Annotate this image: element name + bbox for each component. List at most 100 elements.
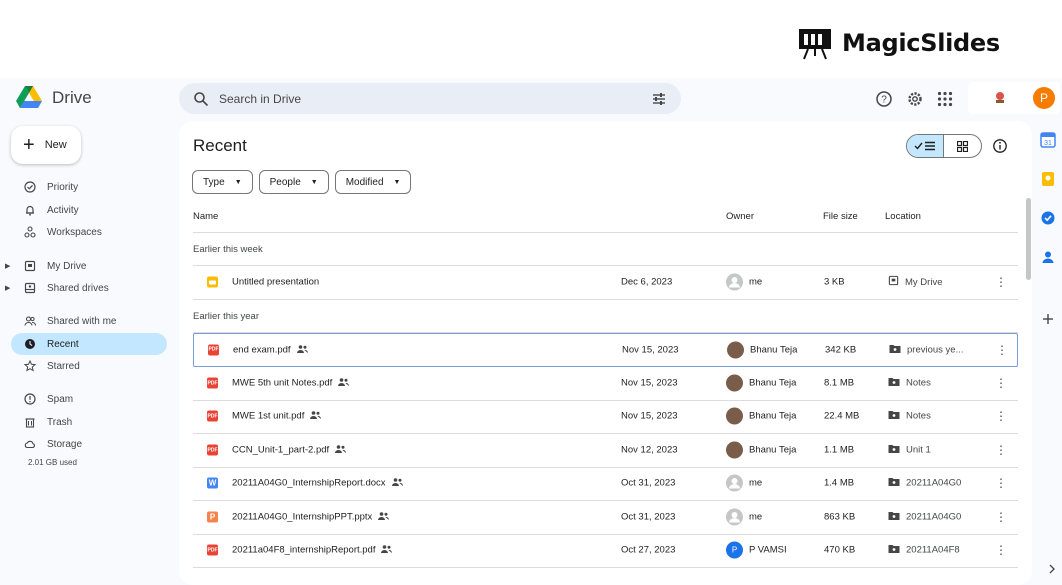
file-name[interactable]: CCN_Unit-1_part-2.pdf <box>232 445 329 456</box>
sidebar-item-shared-drives[interactable]: ▶ Shared drives <box>5 277 167 299</box>
more-options-icon[interactable]: ⋮ <box>995 409 1007 423</box>
magicslides-brand: MagicSlides <box>842 29 1000 57</box>
scrollbar[interactable] <box>1026 198 1031 280</box>
contacts-icon[interactable] <box>1040 249 1056 265</box>
sidebar-item-priority[interactable]: Priority <box>11 176 167 198</box>
my-drive-icon <box>888 275 899 289</box>
clock-icon <box>25 339 35 349</box>
table-header: Name Owner File size Location <box>193 209 1018 233</box>
file-name[interactable]: end exam.pdf <box>233 344 291 355</box>
filter-modified[interactable]: Modified ▼ <box>334 170 412 194</box>
file-name[interactable]: 20211a04F8_internshipReport.pdf <box>232 545 375 556</box>
sidebar-item-starred[interactable]: Starred <box>11 355 167 377</box>
table-row[interactable]: PDF MWE 1st unit.pdf Nov 15, 2023 Bhanu Tej… <box>193 400 1018 434</box>
date-cell: Nov 15, 2023 <box>621 377 678 389</box>
people-icon <box>24 316 36 326</box>
column-owner[interactable]: Owner <box>726 211 754 222</box>
chevron-right-icon[interactable] <box>1047 564 1057 574</box>
sidebar-item-recent[interactable]: Recent <box>11 333 167 355</box>
file-name-cell: 20211A04G0_InternshipPPT.pptx <box>232 512 390 523</box>
file-name[interactable]: MWE 5th unit Notes.pdf <box>232 378 332 389</box>
more-options-icon[interactable]: ⋮ <box>995 376 1007 390</box>
sidebar-item-workspaces[interactable]: Workspaces <box>11 221 167 243</box>
sidebar-item-my-drive[interactable]: ▶ My Drive <box>5 255 167 277</box>
table-row[interactable]: PDF end exam.pdf Nov 15, 2023 Bhanu Teja 342… <box>193 333 1018 367</box>
group-header: Earlier this week <box>193 233 1018 266</box>
file-name[interactable]: MWE 1st unit.pdf <box>232 411 304 422</box>
location-name: Notes <box>906 377 931 389</box>
account-avatar[interactable]: P <box>1033 87 1055 109</box>
sidebar-item-storage[interactable]: Storage <box>11 433 167 455</box>
table-row[interactable]: PDF CCN_Unit-1_part-2.pdf Nov 12, 2023 Bhan… <box>193 434 1018 468</box>
file-name-cell: end exam.pdf <box>233 344 308 355</box>
spam-icon <box>24 393 36 405</box>
expand-caret-icon[interactable]: ▶ <box>5 284 10 292</box>
filter-label: Modified <box>345 176 384 188</box>
grid-view-button[interactable] <box>944 135 981 157</box>
apps-grid-icon[interactable] <box>936 90 954 108</box>
owner-name: Bhanu Teja <box>749 410 797 422</box>
add-addon-icon[interactable] <box>1040 311 1056 327</box>
location-cell[interactable]: Notes <box>888 377 931 390</box>
new-button-label: New <box>44 139 67 151</box>
file-name[interactable]: Untitled presentation <box>232 277 319 288</box>
table-row[interactable]: PDF MWE 5th unit Notes.pdf Nov 15, 2023 Bha… <box>193 367 1018 401</box>
drive-logo[interactable]: Drive <box>16 86 92 109</box>
more-options-icon[interactable]: ⋮ <box>996 343 1008 357</box>
tasks-icon[interactable] <box>1040 210 1056 226</box>
filter-people[interactable]: People ▼ <box>258 170 329 194</box>
more-options-icon[interactable]: ⋮ <box>995 476 1007 490</box>
location-cell[interactable]: previous ye... <box>889 343 964 356</box>
settings-gear-icon[interactable] <box>906 90 924 108</box>
more-options-icon[interactable]: ⋮ <box>995 443 1007 457</box>
more-options-icon[interactable]: ⋮ <box>995 510 1007 524</box>
search-options-icon[interactable] <box>651 91 667 107</box>
table-row[interactable]: Untitled presentation Dec 6, 2023 me 3 KB My… <box>193 266 1018 300</box>
search-bar[interactable]: Search in Drive <box>179 83 681 114</box>
table-row[interactable]: W 20211A04G0_InternshipReport.docx Oct 31,… <box>193 467 1018 501</box>
location-cell[interactable]: 20211A04F8 <box>888 544 960 557</box>
sidebar-item-label: Shared drives <box>47 282 109 294</box>
location-cell[interactable]: Notes <box>888 410 931 423</box>
more-options-icon[interactable]: ⋮ <box>995 275 1007 289</box>
table-row[interactable]: PDF 20211a04F8_internshipReport.pdf Oct 27… <box>193 534 1018 568</box>
column-location[interactable]: Location <box>885 211 921 222</box>
shared-people-icon <box>391 478 403 489</box>
location-cell[interactable]: My Drive <box>888 275 942 289</box>
location-name: 20211A04G0 <box>906 477 962 489</box>
column-file-size[interactable]: File size <box>823 211 858 222</box>
file-name[interactable]: 20211A04G0_InternshipPPT.pptx <box>232 512 372 523</box>
sidebar-item-spam[interactable]: Spam <box>11 388 167 410</box>
location-name: 20211A04F8 <box>906 544 960 556</box>
location-name: Unit 1 <box>906 444 931 456</box>
location-cell[interactable]: Unit 1 <box>888 444 931 457</box>
file-name[interactable]: 20211A04G0_InternshipReport.docx <box>232 478 386 489</box>
help-icon[interactable]: ? <box>875 90 893 108</box>
cloud-icon <box>24 440 35 449</box>
sidebar-item-trash[interactable]: Trash <box>11 411 167 433</box>
sidebar-item-shared-with-me[interactable]: Shared with me <box>11 310 167 332</box>
column-name[interactable]: Name <box>193 211 218 222</box>
search-input[interactable]: Search in Drive <box>219 92 651 106</box>
sidebar-item-activity[interactable]: Activity <box>11 199 167 221</box>
owner-avatar <box>727 341 744 359</box>
sidebar-item-label: Storage <box>47 438 83 450</box>
folder-icon <box>888 377 900 390</box>
filter-type[interactable]: Type ▼ <box>192 170 253 194</box>
owner-name: P VAMSI <box>749 544 787 556</box>
list-view-button[interactable] <box>907 135 945 157</box>
owner-cell: me <box>726 273 762 291</box>
pdf-file-icon: PDF <box>207 444 218 456</box>
file-size-cell: 470 KB <box>824 544 856 556</box>
expand-caret-icon[interactable]: ▶ <box>5 262 10 270</box>
owner-avatar <box>726 441 743 459</box>
info-icon[interactable] <box>992 138 1008 154</box>
location-cell[interactable]: 20211A04G0 <box>888 511 961 524</box>
view-toggle[interactable] <box>906 134 982 158</box>
more-options-icon[interactable]: ⋮ <box>995 543 1007 557</box>
table-row[interactable]: P 20211A04G0_InternshipPPT.pptx Oct 31, 20… <box>193 501 1018 535</box>
location-cell[interactable]: 20211A04G0 <box>888 477 961 490</box>
calendar-icon[interactable]: 31 <box>1040 132 1056 148</box>
new-button[interactable]: + New <box>11 126 81 164</box>
keep-icon[interactable] <box>1040 171 1056 187</box>
